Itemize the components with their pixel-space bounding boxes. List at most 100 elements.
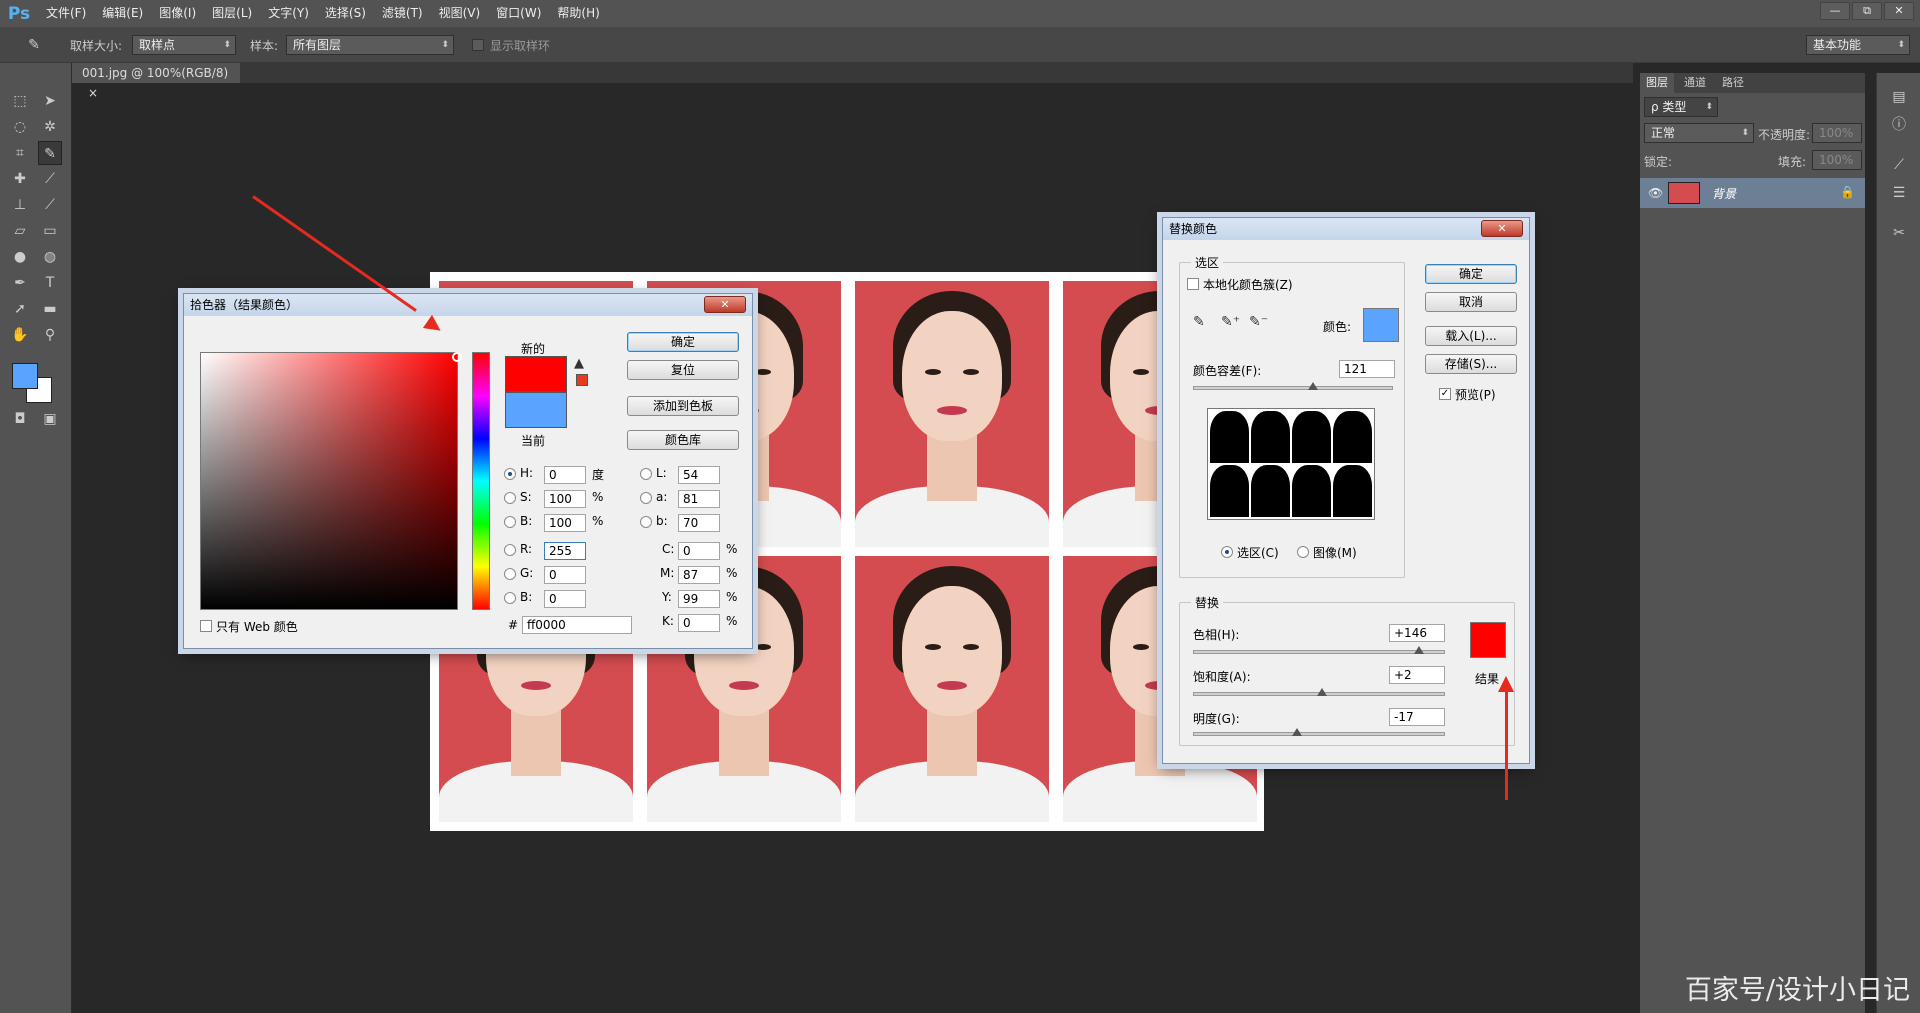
eraser-icon[interactable]: ▱	[8, 219, 32, 243]
b-field[interactable]: 100	[544, 514, 586, 532]
color-field[interactable]	[200, 352, 458, 610]
move-icon[interactable]: ➤	[38, 89, 62, 113]
saturation-thumb[interactable]	[1316, 688, 1327, 696]
lab-b-field[interactable]: 70	[678, 514, 720, 532]
stamp-icon[interactable]: ⊥	[8, 193, 32, 217]
close-icon[interactable]: ✕	[704, 296, 746, 313]
r-field[interactable]: 255	[544, 542, 586, 560]
lightness-thumb[interactable]	[1291, 728, 1302, 736]
ok-button[interactable]: 确定	[627, 332, 739, 352]
menu-select[interactable]: 选择(S)	[317, 0, 374, 27]
crop-icon[interactable]: ⌗	[8, 141, 32, 165]
menu-window[interactable]: 窗口(W)	[488, 0, 549, 27]
radio-g[interactable]	[504, 568, 516, 580]
saturation-field[interactable]: +2	[1389, 666, 1445, 684]
dodge-icon[interactable]: ◍	[38, 245, 62, 269]
document-tab[interactable]: 001.jpg @ 100%(RGB/8) ×	[72, 63, 240, 100]
lightness-field[interactable]: -17	[1389, 708, 1445, 726]
hue-slider[interactable]	[472, 352, 490, 610]
opacity-field[interactable]: 100%	[1812, 123, 1862, 143]
tab-channels[interactable]: 通道	[1678, 73, 1712, 93]
radio-b[interactable]	[504, 516, 516, 528]
reset-button[interactable]: 复位	[627, 360, 739, 380]
add-to-swatches-button[interactable]: 添加到色板	[627, 396, 739, 416]
brush-icon[interactable]: ⟋	[38, 167, 62, 191]
c-field[interactable]: 0	[678, 542, 720, 560]
web-only-checkbox[interactable]	[200, 620, 212, 632]
color-field-cursor[interactable]	[452, 352, 462, 362]
menu-view[interactable]: 视图(V)	[431, 0, 489, 27]
menu-filter[interactable]: 滤镜(T)	[374, 0, 431, 27]
cancel-button[interactable]: 取消	[1425, 292, 1517, 312]
fill-field[interactable]: 100%	[1812, 150, 1862, 170]
g-field[interactable]: 0	[544, 566, 586, 584]
screen-mode-icon[interactable]: ▣	[38, 407, 62, 431]
pen-icon[interactable]: ✒	[8, 271, 32, 295]
eyedropper-plus-icon[interactable]: ✎⁺	[1221, 314, 1240, 330]
close-tab-icon[interactable]: ×	[88, 86, 98, 100]
fuzziness-field[interactable]: 121	[1339, 360, 1395, 378]
close-icon[interactable]: ✕	[1481, 220, 1523, 237]
restore-button[interactable]: ⧉	[1852, 2, 1882, 20]
tab-layers[interactable]: 图层	[1640, 73, 1674, 93]
localized-clusters-checkbox[interactable]	[1187, 278, 1199, 290]
path-select-icon[interactable]: ➚	[8, 297, 32, 321]
a-field[interactable]: 81	[678, 490, 720, 508]
workspace-select[interactable]: 基本功能 ⬍	[1806, 35, 1910, 55]
menu-image[interactable]: 图像(I)	[151, 0, 204, 27]
image-radio[interactable]	[1297, 546, 1309, 558]
radio-l[interactable]	[640, 468, 652, 480]
healing-icon[interactable]: ✚	[8, 167, 32, 191]
brush-presets-icon[interactable]: ⟋	[1887, 153, 1911, 177]
h-field[interactable]: 0	[544, 466, 586, 484]
shape-icon[interactable]: ▬	[38, 297, 62, 321]
sample-size-select[interactable]: 取样点 ⬍	[132, 35, 236, 55]
hue-slider[interactable]	[1193, 646, 1445, 654]
tools-preset-icon[interactable]: ✂	[1887, 221, 1911, 245]
radio-lab-b[interactable]	[640, 516, 652, 528]
color-libraries-button[interactable]: 颜色库	[627, 430, 739, 450]
fuzziness-thumb[interactable]	[1307, 382, 1318, 390]
close-window-button[interactable]: ✕	[1884, 2, 1914, 20]
layer-row-background[interactable]: 👁 背景 🔒	[1640, 178, 1865, 208]
lasso-icon[interactable]: ◌	[8, 115, 32, 139]
gradient-icon[interactable]: ▭	[38, 219, 62, 243]
menu-type[interactable]: 文字(Y)	[260, 0, 317, 27]
blend-mode-select[interactable]: 正常 ⬍	[1644, 123, 1754, 143]
adjust-icon[interactable]: ☰	[1887, 181, 1911, 205]
load-button[interactable]: 载入(L)...	[1425, 326, 1517, 346]
eyedropper-tool-icon[interactable]: ✎	[38, 141, 62, 165]
show-ring-checkbox[interactable]	[472, 39, 484, 51]
zoom-icon[interactable]: ⚲	[38, 323, 62, 347]
radio-s[interactable]	[504, 492, 516, 504]
hand-icon[interactable]: ✋	[8, 323, 32, 347]
sample-color-swatch[interactable]	[1363, 308, 1399, 342]
selection-radio[interactable]	[1221, 546, 1233, 558]
s-field[interactable]: 100	[544, 490, 586, 508]
radio-a[interactable]	[640, 492, 652, 504]
radio-h[interactable]	[504, 468, 516, 480]
current-color-swatch[interactable]	[505, 392, 567, 428]
saturation-slider[interactable]	[1193, 688, 1445, 696]
sample-select[interactable]: 所有图层 ⬍	[286, 35, 454, 55]
foreground-color-swatch[interactable]	[12, 363, 38, 389]
radio-r[interactable]	[504, 544, 516, 556]
save-button[interactable]: 存储(S)...	[1425, 354, 1517, 374]
y-field[interactable]: 99	[678, 590, 720, 608]
menu-edit[interactable]: 编辑(E)	[94, 0, 151, 27]
hue-field[interactable]: +146	[1389, 624, 1445, 642]
visibility-eye-icon[interactable]: 👁	[1648, 186, 1663, 200]
eyedropper-icon[interactable]: ✎	[1193, 314, 1205, 330]
magic-wand-icon[interactable]: ✲	[38, 115, 62, 139]
layer-filter-select[interactable]: ρ 类型 ⬍	[1644, 97, 1718, 117]
marquee-icon[interactable]: ⬚	[8, 89, 32, 113]
result-color-swatch[interactable]	[1470, 622, 1506, 658]
blur-icon[interactable]: ●	[8, 245, 32, 269]
menu-file[interactable]: 文件(F)	[38, 0, 94, 27]
hex-field[interactable]: ff0000	[522, 616, 632, 634]
lightness-slider[interactable]	[1193, 728, 1445, 736]
eyedropper-minus-icon[interactable]: ✎⁻	[1249, 314, 1268, 330]
eyedropper-icon[interactable]: ✎	[22, 33, 46, 57]
type-icon[interactable]: T	[38, 271, 62, 295]
minimize-button[interactable]: —	[1820, 2, 1850, 20]
